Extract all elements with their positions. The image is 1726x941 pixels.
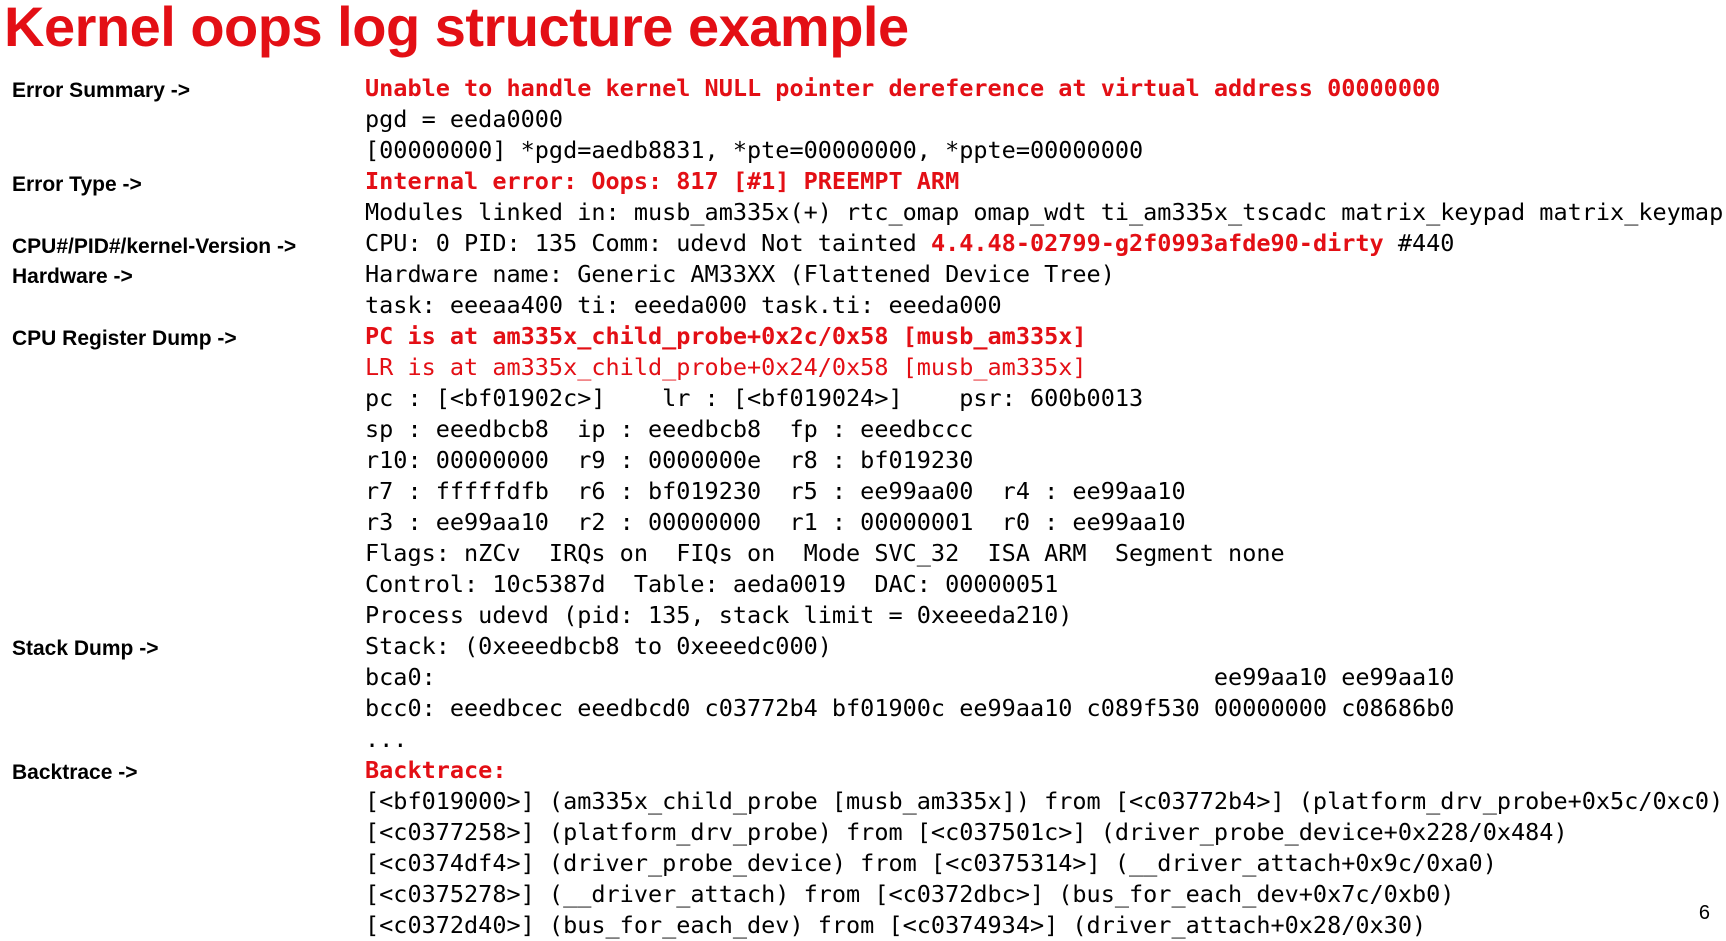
log-line: [<bf019000>] (am335x_child_probe [musb_a… bbox=[365, 786, 1723, 817]
log-line: Process udevd (pid: 135, stack limit = 0… bbox=[365, 600, 1072, 631]
log-line: bca0: ee99aa10 ee99aa10 bbox=[365, 662, 1454, 693]
slide-title: Kernel oops log structure example bbox=[4, 0, 909, 58]
log-segment: bcc0: eeedbcec eeedbcd0 c03772b4 bf01900… bbox=[365, 694, 1455, 722]
log-line: LR is at am335x_child_probe+0x24/0x58 [m… bbox=[365, 352, 1087, 383]
log-segment: 4.4.48-02799-g2f0993afde90-dirty bbox=[930, 229, 1384, 257]
slide: Kernel oops log structure example Error … bbox=[0, 0, 1726, 939]
log-line: Flags: nZCv IRQs on FIQs on Mode SVC_32 … bbox=[365, 538, 1285, 569]
label-backtrace: Backtrace -> bbox=[12, 761, 138, 784]
log-segment: CPU: 0 PID: 135 Comm: udevd Not tainted bbox=[365, 229, 931, 257]
log-segment: [<c0375278>] (__driver_attach) from [<c0… bbox=[365, 880, 1455, 908]
log-segment: [<bf019000>] (am335x_child_probe [musb_a… bbox=[365, 787, 1724, 815]
log-line: Hardware name: Generic AM33XX (Flattened… bbox=[365, 259, 1115, 290]
log-segment: Internal error: Oops: 817 [#1] PREEMPT A… bbox=[365, 167, 960, 195]
log-line: r10: 00000000 r9 : 0000000e r8 : bf01923… bbox=[365, 445, 973, 476]
label-cpu-register-dump: CPU Register Dump -> bbox=[12, 327, 237, 350]
label-hardware: Hardware -> bbox=[12, 265, 133, 288]
log-line: [<c0372d40>] (bus_for_each_dev) from [<c… bbox=[365, 910, 1426, 941]
log-segment: pgd = eeda0000 bbox=[365, 105, 564, 133]
log-segment: Process udevd (pid: 135, stack limit = 0… bbox=[365, 601, 1073, 629]
log-segment: Unable to handle kernel NULL pointer der… bbox=[365, 74, 1441, 102]
log-segment: bca0: ee99aa10 ee99aa10 bbox=[365, 663, 1455, 691]
log-segment: [00000000] *pgd=aedb8831, *pte=00000000,… bbox=[365, 136, 1144, 164]
log-segment: #440 bbox=[1383, 229, 1455, 257]
log-segment: [<c0372d40>] (bus_for_each_dev) from [<c… bbox=[365, 911, 1427, 939]
log-line: sp : eeedbcb8 ip : eeedbcb8 fp : eeedbcc… bbox=[365, 414, 973, 445]
log-segment: Backtrace: bbox=[365, 756, 507, 784]
log-line: PC is at am335x_child_probe+0x2c/0x58 [m… bbox=[365, 321, 1087, 352]
label-error-type: Error Type -> bbox=[12, 173, 142, 196]
log-line: [<c0374df4>] (driver_probe_device) from … bbox=[365, 848, 1497, 879]
log-segment: PC is at am335x_child_probe+0x2c/0x58 [m… bbox=[365, 322, 1087, 350]
log-segment: Modules linked in: musb_am335x(+) rtc_om… bbox=[365, 198, 1724, 226]
log-line: [00000000] *pgd=aedb8831, *pte=00000000,… bbox=[365, 135, 1143, 166]
log-line: bcc0: eeedbcec eeedbcd0 c03772b4 bf01900… bbox=[365, 693, 1454, 724]
log-line: Control: 10c5387d Table: aeda0019 DAC: 0… bbox=[365, 569, 1058, 600]
log-segment: [<c0377258>] (platform_drv_probe) from [… bbox=[365, 818, 1568, 846]
log-line: [<c0375278>] (__driver_attach) from [<c0… bbox=[365, 879, 1454, 910]
log-segment: Hardware name: Generic AM33XX (Flattened… bbox=[365, 260, 1115, 288]
log-segment: pc : [<bf01902c>] lr : [<bf019024>] psr:… bbox=[365, 384, 1144, 412]
log-line: Internal error: Oops: 817 [#1] PREEMPT A… bbox=[365, 166, 959, 197]
log-segment: [<c0374df4>] (driver_probe_device) from … bbox=[365, 849, 1497, 877]
log-segment: r3 : ee99aa10 r2 : 00000000 r1 : 0000000… bbox=[365, 508, 1186, 536]
log-line: pc : [<bf01902c>] lr : [<bf019024>] psr:… bbox=[365, 383, 1143, 414]
log-segment: ... bbox=[365, 725, 408, 753]
log-line: Stack: (0xeeedbcb8 to 0xeeedc000) bbox=[365, 631, 832, 662]
log-line: Unable to handle kernel NULL pointer der… bbox=[365, 73, 1440, 104]
log-line: ... bbox=[365, 724, 407, 755]
log-line: [<c0377258>] (platform_drv_probe) from [… bbox=[365, 817, 1568, 848]
log-segment: Flags: nZCv IRQs on FIQs on Mode SVC_32 … bbox=[365, 539, 1285, 567]
log-line: r3 : ee99aa10 r2 : 00000000 r1 : 0000000… bbox=[365, 507, 1186, 538]
log-line: task: eeeaa400 ti: eeeda000 task.ti: eee… bbox=[365, 290, 1002, 321]
log-line: r7 : fffffdfb r6 : bf019230 r5 : ee99aa0… bbox=[365, 476, 1186, 507]
log-segment: r10: 00000000 r9 : 0000000e r8 : bf01923… bbox=[365, 446, 974, 474]
log-line: CPU: 0 PID: 135 Comm: udevd Not tainted … bbox=[365, 228, 1454, 259]
label-stack-dump: Stack Dump -> bbox=[12, 637, 159, 660]
log-line: Modules linked in: musb_am335x(+) rtc_om… bbox=[365, 197, 1723, 228]
log-segment: task: eeeaa400 ti: eeeda000 task.ti: eee… bbox=[365, 291, 1002, 319]
label-cpu-pid-kernel-version: CPU#/PID#/kernel-Version -> bbox=[12, 235, 297, 258]
log-line: pgd = eeda0000 bbox=[365, 104, 563, 135]
log-segment: r7 : fffffdfb r6 : bf019230 r5 : ee99aa0… bbox=[365, 477, 1186, 505]
log-segment: Control: 10c5387d Table: aeda0019 DAC: 0… bbox=[365, 570, 1059, 598]
page-number: 6 bbox=[1698, 902, 1710, 924]
log-line: Backtrace: bbox=[365, 755, 506, 786]
log-segment: LR is at am335x_child_probe+0x24/0x58 [m… bbox=[365, 353, 1087, 381]
label-error-summary: Error Summary -> bbox=[12, 79, 190, 102]
log-segment: Stack: (0xeeedbcb8 to 0xeeedc000) bbox=[365, 632, 832, 660]
log-segment: sp : eeedbcb8 ip : eeedbcb8 fp : eeedbcc… bbox=[365, 415, 974, 443]
